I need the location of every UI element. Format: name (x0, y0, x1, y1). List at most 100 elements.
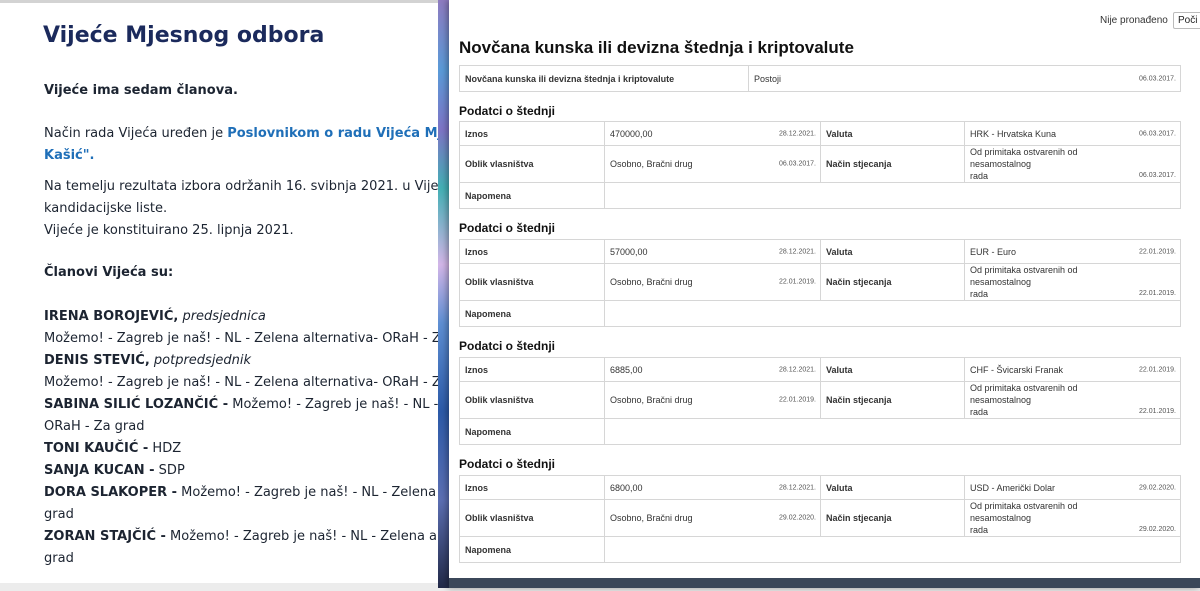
amount-value: 57000,00 (610, 246, 648, 257)
amount-cell: 470000,00 28.12.2021. (604, 121, 821, 146)
amount-value: 6800,00 (610, 482, 643, 493)
acquisition-label: Način stjecanja (820, 381, 965, 419)
rules-link[interactable]: Poslovnikom o radu Vijeća Mjesno (227, 126, 450, 141)
window-bottom-edge (449, 578, 1200, 588)
currency-label: Valuta (820, 239, 965, 264)
table-row: Iznos 470000,00 28.12.2021. Valuta HRK - … (459, 121, 1181, 146)
ownership-cell: Osobno, Bračni drug 22.01.2019. (604, 381, 821, 419)
table-row: Napomena (459, 536, 1181, 563)
member-name-line: ZORAN STAJČIĆ - Možemo! - Zagreb je naš!… (44, 529, 450, 544)
table-row: Iznos 57000,00 28.12.2021. Valuta EUR - E… (459, 239, 1181, 264)
acquisition-label: Način stjecanja (820, 499, 965, 537)
savings-table: Iznos 57000,00 28.12.2021. Valuta EUR - E… (459, 239, 1181, 327)
savings-section-heading: Podatci o štednji (459, 221, 556, 235)
currency-value: EUR - Euro (970, 246, 1017, 257)
amount-date: 28.12.2021. (779, 484, 816, 491)
table-row: Napomena (459, 418, 1181, 445)
find-button[interactable]: Poči (1173, 12, 1200, 29)
currency-date: 22.01.2019. (1139, 366, 1176, 373)
currency-value: CHF - Švicarski Franak (970, 364, 1064, 375)
savings-table: Iznos 6800,00 28.12.2021. Valuta USD - Am… (459, 475, 1181, 563)
savings-table: Iznos 470000,00 28.12.2021. Valuta HRK - … (459, 121, 1181, 209)
summary-date: 06.03.2017. (1139, 75, 1176, 82)
currency-label: Valuta (820, 357, 965, 382)
acquisition-cell: Od primitaka ostvarenih od nesamostalnog… (964, 145, 1181, 183)
note-label: Napomena (459, 418, 605, 445)
amount-date: 28.12.2021. (779, 366, 816, 373)
note-cell (604, 300, 1181, 327)
rules-link-continued[interactable]: Kašić". (44, 145, 94, 167)
summary-table: Novčana kunska ili devizna štednja i kri… (459, 65, 1181, 92)
amount-label: Iznos (459, 239, 605, 264)
amount-value: 6885,00 (610, 364, 643, 375)
acquisition-date: 06.03.2017. (1139, 172, 1176, 179)
note-cell (604, 418, 1181, 445)
table-row: Napomena (459, 182, 1181, 209)
currency-cell: HRK - Hrvatska Kuna 06.03.2017. (964, 121, 1181, 146)
ownership-value: Osobno, Bračni drug (610, 395, 693, 405)
currency-cell: CHF - Švicarski Franak 22.01.2019. (964, 357, 1181, 382)
summary-value-cell: Postoji 06.03.2017. (748, 65, 1181, 92)
election-line-2: kandidacijske liste. (44, 201, 168, 216)
ownership-date: 22.01.2019. (779, 278, 816, 286)
horizontal-scrollbar[interactable] (0, 583, 450, 591)
amount-label: Iznos (459, 357, 605, 382)
amount-label: Iznos (459, 121, 605, 146)
members-heading: Članovi Vijeća su: (44, 265, 174, 280)
council-page-window: Vijeće Mjesnog odbora Vijeće ima sedam č… (0, 0, 450, 591)
note-label: Napomena (459, 182, 605, 209)
member-party-line: ORaH - Za grad (44, 419, 145, 434)
table-row: Novčana kunska ili devizna štednja i kri… (459, 65, 1181, 92)
currency-date: 22.01.2019. (1139, 248, 1176, 255)
savings-section-heading: Podatci o štednji (459, 457, 556, 471)
find-bar: Nije pronađeno Poči (449, 0, 1200, 30)
note-label: Napomena (459, 536, 605, 563)
member-name-line: DORA SLAKOPER - Možemo! - Zagreb je naš!… (44, 485, 450, 500)
amount-date: 28.12.2021. (779, 248, 816, 255)
amount-value: 470000,00 (610, 128, 653, 139)
amount-label: Iznos (459, 475, 605, 500)
rules-paragraph: Način rada Vijeća uređen je Poslovnikom … (44, 123, 450, 145)
savings-section-heading: Podatci o štednji (459, 104, 556, 118)
summary-value: Postoji (754, 73, 782, 84)
page-heading: Vijeće Mjesnog odbora (43, 23, 325, 48)
currency-label: Valuta (820, 121, 965, 146)
amount-cell: 6885,00 28.12.2021. (604, 357, 821, 382)
find-status: Nije pronađeno (1100, 15, 1168, 26)
table-row: Iznos 6885,00 28.12.2021. Valuta CHF - Šv… (459, 357, 1181, 382)
summary-label: Novčana kunska ili devizna štednja i kri… (459, 65, 749, 92)
amount-cell: 57000,00 28.12.2021. (604, 239, 821, 264)
acquisition-date: 29.02.2020. (1139, 526, 1176, 533)
ownership-value: Osobno, Bračni drug (610, 159, 693, 169)
ownership-date: 29.02.2020. (779, 514, 816, 522)
table-row: Oblik vlasništva Osobno, Bračni drug 06.0… (459, 145, 1181, 183)
ownership-cell: Osobno, Bračni drug 06.03.2017. (604, 145, 821, 183)
member-party-line: Možemo! - Zagreb je naš! - NL - Zelena a… (44, 375, 449, 390)
table-row: Oblik vlasništva Osobno, Bračni drug 22.0… (459, 263, 1181, 301)
note-label: Napomena (459, 300, 605, 327)
member-name-line: TONI KAUČIĆ - HDZ (44, 441, 182, 456)
ownership-label: Oblik vlasništva (459, 145, 605, 183)
table-row: Oblik vlasništva Osobno, Bračni drug 29.0… (459, 499, 1181, 537)
member-name-line: DENIS STEVIĆ, potpredsjednik (44, 353, 252, 368)
table-row: Oblik vlasništva Osobno, Bračni drug 22.0… (459, 381, 1181, 419)
member-name-line: SANJA KUCAN - SDP (44, 463, 185, 478)
ownership-label: Oblik vlasništva (459, 499, 605, 537)
ownership-value: Osobno, Bračni drug (610, 277, 693, 287)
acquisition-cell: Od primitaka ostvarenih od nesamostalnog… (964, 381, 1181, 419)
member-party-line: grad (44, 551, 74, 566)
constituted-text: Vijeće je konstituirano 25. lipnja 2021. (44, 223, 294, 238)
election-line-1: Na temelju rezultata izbora održanih 16.… (44, 179, 450, 194)
ownership-date: 22.01.2019. (779, 396, 816, 404)
ownership-cell: Osobno, Bračni drug 29.02.2020. (604, 499, 821, 537)
table-row: Napomena (459, 300, 1181, 327)
currency-date: 29.02.2020. (1139, 484, 1176, 491)
currency-cell: USD - Američki Dolar 29.02.2020. (964, 475, 1181, 500)
rules-prefix: Način rada Vijeća uređen je (44, 126, 228, 141)
amount-date: 28.12.2021. (779, 130, 816, 137)
currency-value: HRK - Hrvatska Kuna (970, 128, 1057, 139)
currency-cell: EUR - Euro 22.01.2019. (964, 239, 1181, 264)
acquisition-date: 22.01.2019. (1139, 408, 1176, 415)
acquisition-cell: Od primitaka ostvarenih od nesamostalnog… (964, 263, 1181, 301)
section-title: Novčana kunska ili devizna štednja i kri… (459, 38, 854, 57)
